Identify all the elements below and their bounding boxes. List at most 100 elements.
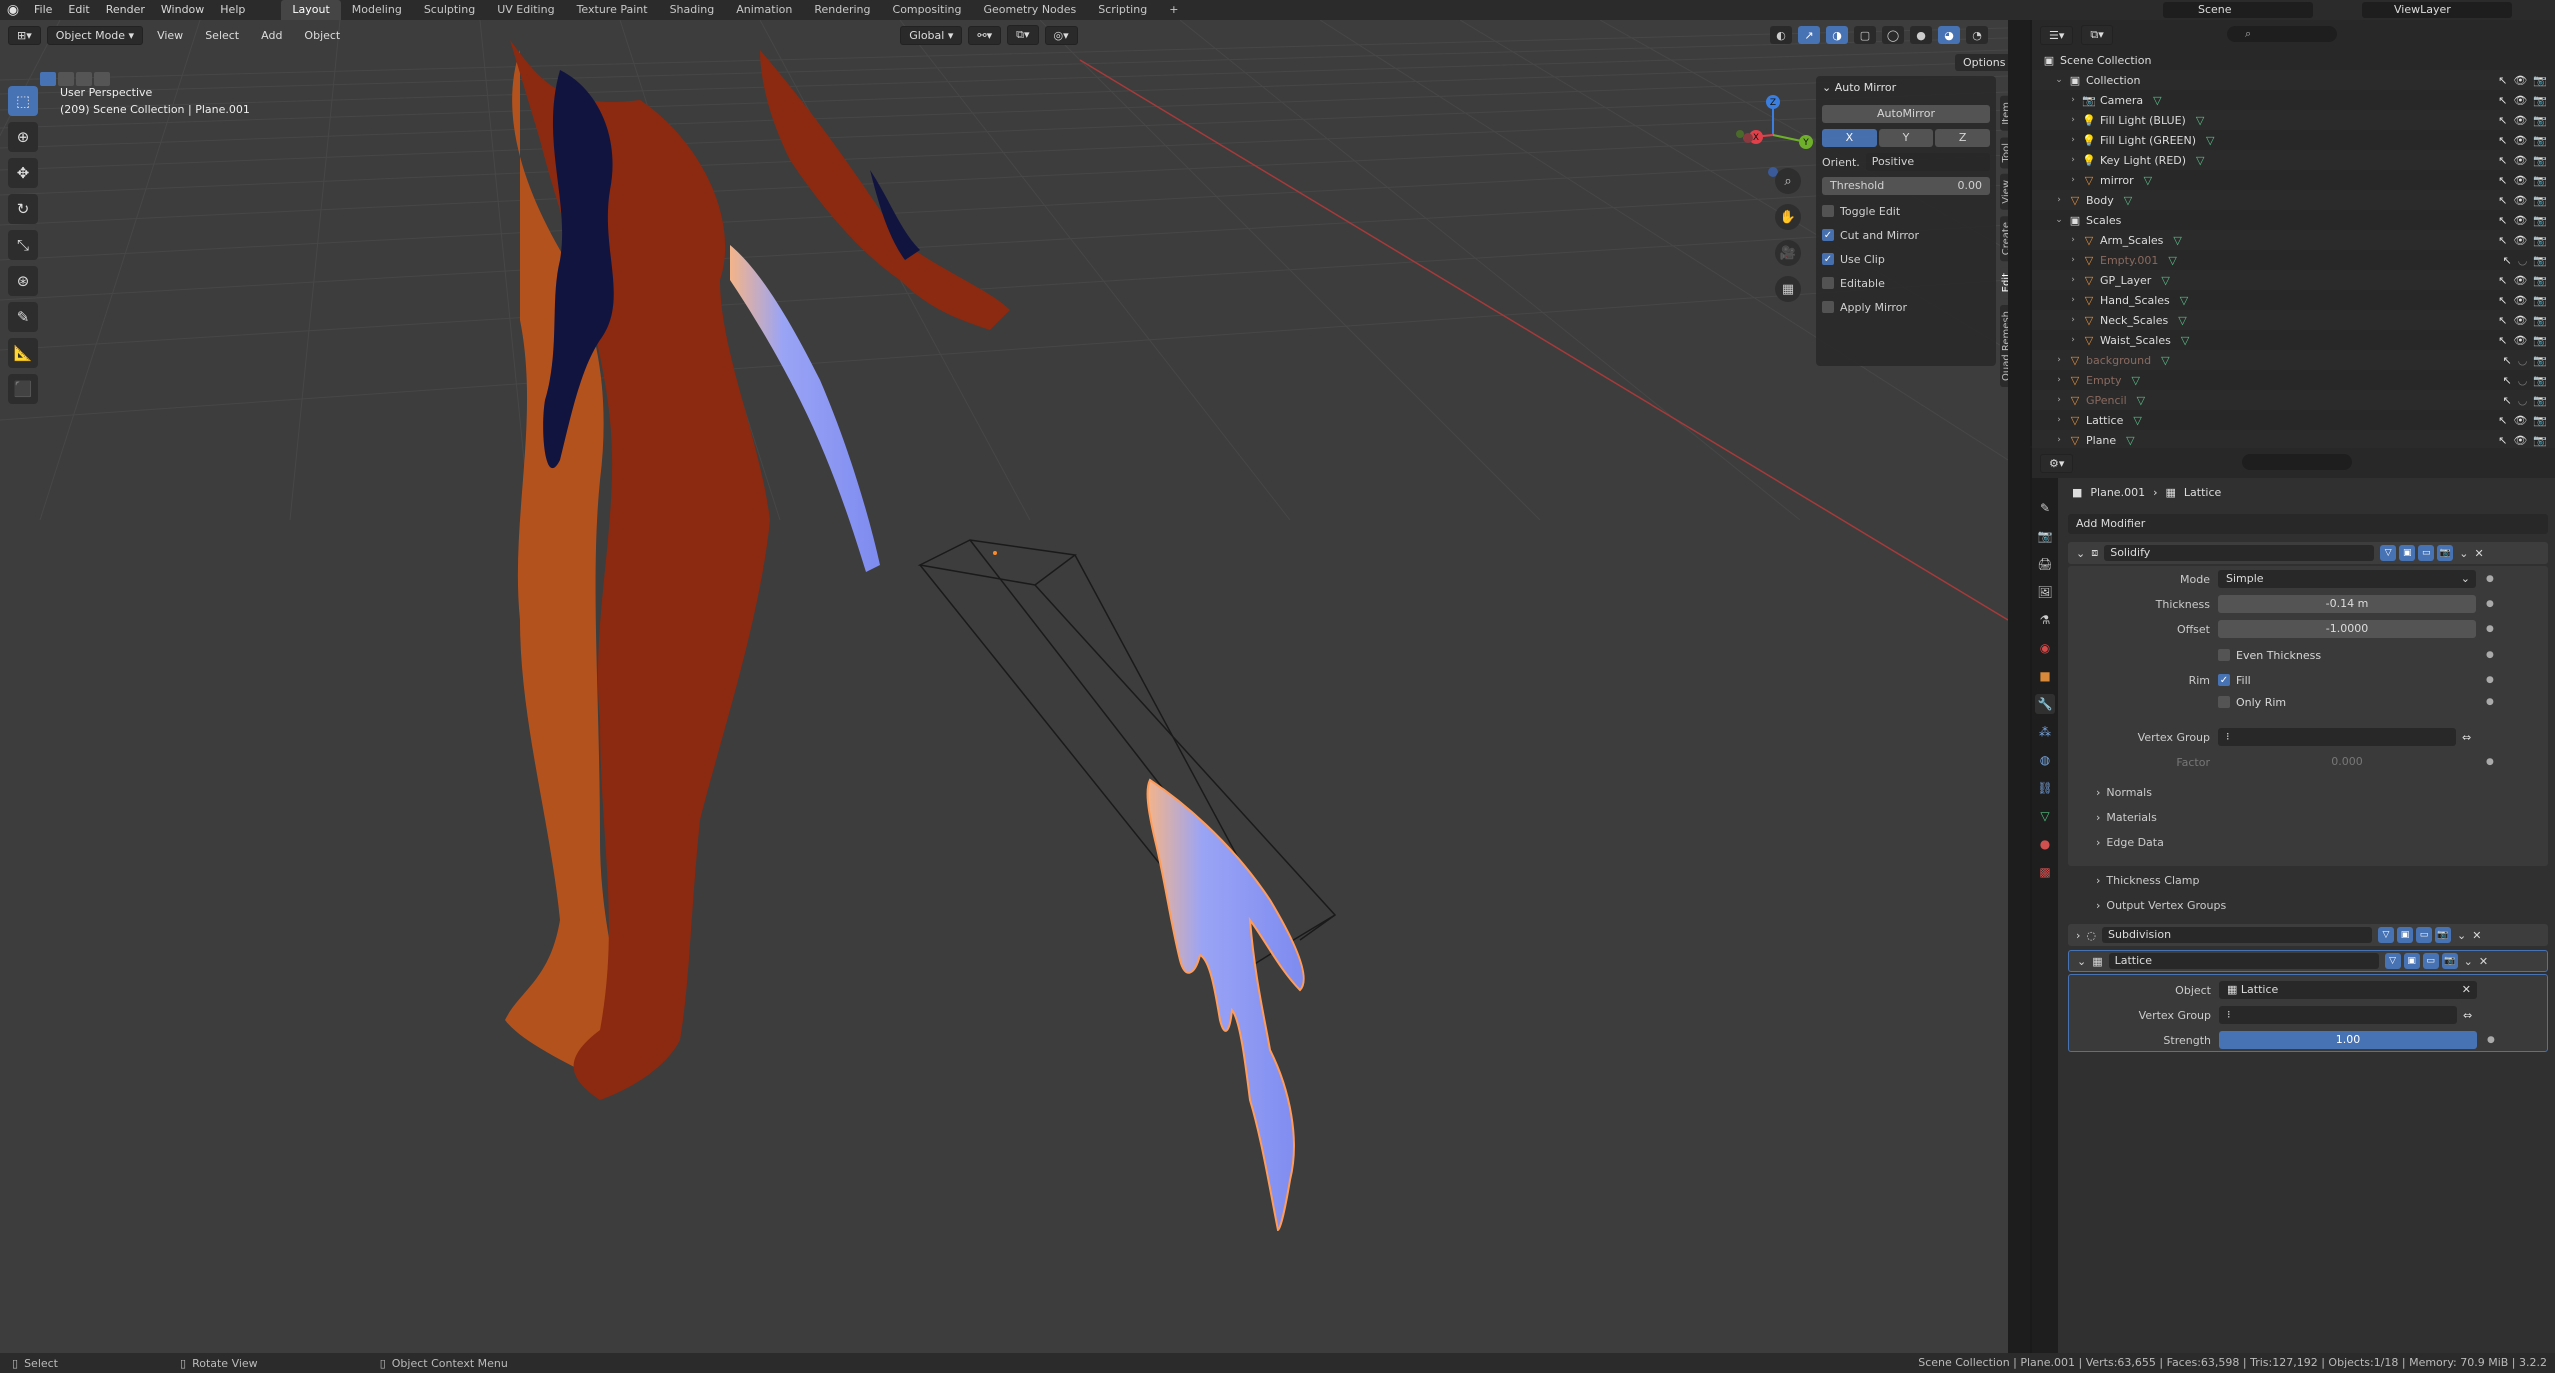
grid-ortho-icon[interactable]: ▦ [1775,276,1801,302]
axis-y-toggle[interactable]: Y [1878,129,1934,147]
tab-animation[interactable]: Animation [725,0,803,20]
tab-scripting[interactable]: Scripting [1087,0,1158,20]
outliner-row[interactable]: › ▽ Waist_Scales ▽ ↖ 👁 📷 [2032,330,2555,350]
object-data-icon[interactable]: ▽ [2126,434,2134,447]
keyframe-dot-icon[interactable]: ● [2487,1035,2495,1045]
outliner-row[interactable]: › 💡 Key Light (RED) ▽ ↖ 👁 📷 [2032,150,2555,170]
render-camera-icon[interactable]: 📷 [2533,214,2547,227]
viewport-display-icon[interactable]: ▭ [2422,953,2439,969]
toggle-edit-checkbox[interactable]: Toggle Edit [1822,203,1990,219]
tab-view[interactable]: View [2000,174,2008,210]
apply-mirror-box[interactable] [1822,301,1834,313]
strength-slider[interactable]: 1.00 [2219,1031,2477,1049]
lattice-name-field[interactable]: Lattice [2108,953,2379,969]
object-data-icon[interactable]: ▽ [2133,414,2141,427]
menu-select[interactable]: Select [197,29,247,42]
render-display-icon[interactable]: 📷 [2437,545,2454,561]
keyframe-dot-icon[interactable]: ● [2486,650,2494,660]
solid-shading-icon[interactable]: ● [1910,26,1932,44]
expand-toggle-icon[interactable]: ⌄ [2054,215,2064,225]
tool-tab-icon[interactable]: ✎ [2035,498,2055,518]
expand-toggle-icon[interactable]: › [2054,195,2064,205]
cut-and-mirror-checkbox[interactable]: ✓ Cut and Mirror [1822,227,1990,243]
solidify-dropdown-icon[interactable]: ⌄ [2459,547,2468,560]
outliner-row[interactable]: › ▽ GP_Layer ▽ ↖ 👁 📷 [2032,270,2555,290]
subdivision-name-field[interactable]: Subdivision [2102,927,2373,943]
selectable-arrow-icon[interactable]: ↖ [2498,94,2507,107]
render-camera-icon[interactable]: 📷 [2533,414,2547,427]
solidify-close-icon[interactable]: ✕ [2474,547,2483,560]
eye-icon[interactable]: 👁 [2513,174,2527,187]
3d-viewport[interactable]: ⊞▾ Object Mode ▾ View Select Add Object … [0,20,2008,1353]
render-camera-icon[interactable]: 📷 [2533,254,2547,267]
object-data-icon[interactable]: ▽ [2168,254,2176,267]
expand-toggle-icon[interactable]: › [2054,355,2064,365]
edit-cage-icon[interactable]: ▽ [2380,545,2397,561]
outliner-row[interactable]: › 📷 Camera ▽ ↖ 👁 📷 [2032,90,2555,110]
transform-tool-icon[interactable]: ⊛ [8,266,38,296]
object-data-icon[interactable]: ▽ [2196,114,2204,127]
subpanel-materials[interactable]: › Materials [2096,811,2157,824]
selectable-arrow-icon[interactable]: ↖ [2502,254,2511,267]
physics-tab-icon[interactable]: ◍ [2035,750,2055,770]
edit-mode-icon[interactable]: ▣ [2397,927,2414,943]
world-tab-icon[interactable]: ◉ [2035,638,2055,658]
outliner-row[interactable]: › ▽ Neck_Scales ▽ ↖ 👁 📷 [2032,310,2555,330]
hand-scales-mesh[interactable] [1146,778,1305,1232]
outliner-row[interactable]: › ▽ Hand_Scales ▽ ↖ 👁 📷 [2032,290,2555,310]
eye-icon[interactable]: 👁 [2513,154,2527,167]
menu-render[interactable]: Render [98,0,153,20]
cut-and-mirror-box[interactable]: ✓ [1822,229,1834,241]
expand-toggle-icon[interactable]: › [2054,395,2064,405]
add-modifier-button[interactable]: Add Modifier [2068,514,2548,534]
menu-object[interactable]: Object [296,29,348,42]
render-tab-icon[interactable]: 📷 [2035,526,2055,546]
render-camera-icon[interactable]: 📷 [2533,194,2547,207]
outliner-row[interactable]: ⌄ ▣ Scales ↖ 👁 📷 [2032,210,2555,230]
axis-z-toggle[interactable]: Z [1935,129,1991,147]
selectable-arrow-icon[interactable]: ↖ [2498,434,2507,447]
eye-icon[interactable]: 👁 [2513,294,2527,307]
keyframe-dot-icon[interactable]: ● [2486,697,2494,707]
outliner-row[interactable]: › ▽ Plane ▽ ↖ 👁 📷 [2032,430,2555,450]
outliner-row[interactable]: › ▽ Empty ▽ ↖ ◡ 📷 [2032,370,2555,390]
expand-toggle-icon[interactable]: › [2054,375,2064,385]
expand-toggle-icon[interactable]: › [2068,315,2078,325]
invert-icon[interactable]: ⇔ [2462,731,2471,744]
tab-texture-paint[interactable]: Texture Paint [566,0,659,20]
render-camera-icon[interactable]: 📷 [2533,234,2547,247]
material-tab-icon[interactable]: ● [2035,834,2055,854]
navigation-gizmo[interactable]: Z Y X [1718,80,1828,190]
tab-uv-editing[interactable]: UV Editing [486,0,565,20]
edit-cage-icon[interactable]: ▽ [2384,953,2401,969]
tab-layout[interactable]: Layout [281,0,341,20]
render-camera-icon[interactable]: 📷 [2533,174,2547,187]
visibility-icon[interactable]: ◐ [1770,26,1792,44]
render-camera-icon[interactable]: 📷 [2533,394,2547,407]
rotate-tool-icon[interactable]: ↻ [8,194,38,224]
options-dropdown[interactable]: Options [1955,54,2008,71]
subpanel-thickness-clamp[interactable]: › Thickness Clamp [2096,874,2199,887]
xray-icon[interactable]: ▢ [1854,26,1876,44]
eye-icon[interactable]: ◡ [2518,354,2528,367]
eye-icon[interactable]: 👁 [2513,434,2527,447]
eye-icon[interactable]: ◡ [2518,374,2528,387]
tab-modeling[interactable]: Modeling [341,0,413,20]
outliner-row[interactable]: ⌄ ▣ Collection ↖ 👁 📷 [2032,70,2555,90]
outliner-row[interactable]: › ▽ Arm_Scales ▽ ↖ 👁 📷 [2032,230,2555,250]
subdivision-close-icon[interactable]: ✕ [2472,929,2481,942]
display-mode-icon[interactable]: ⧉▾ [2081,25,2113,45]
tab-rendering[interactable]: Rendering [803,0,881,20]
add-cube-tool-icon[interactable]: ⬛ [8,374,38,404]
eye-icon[interactable]: 👁 [2513,214,2527,227]
orient-dropdown[interactable]: Positive [1865,153,1990,171]
transform-orientation[interactable]: Global ▾ [900,25,963,45]
expand-toggle-icon[interactable]: › [2068,155,2078,165]
expand-toggle-icon[interactable]: › [2068,115,2078,125]
object-data-icon[interactable]: ▽ [2137,394,2145,407]
apply-mirror-checkbox[interactable]: Apply Mirror [1822,299,1990,315]
outliner-row[interactable]: › ▽ Body ▽ ↖ 👁 📷 [2032,190,2555,210]
particles-tab-icon[interactable]: ⁂ [2035,722,2055,742]
eye-icon[interactable]: 👁 [2513,314,2527,327]
object-data-icon[interactable]: ▽ [2206,134,2214,147]
